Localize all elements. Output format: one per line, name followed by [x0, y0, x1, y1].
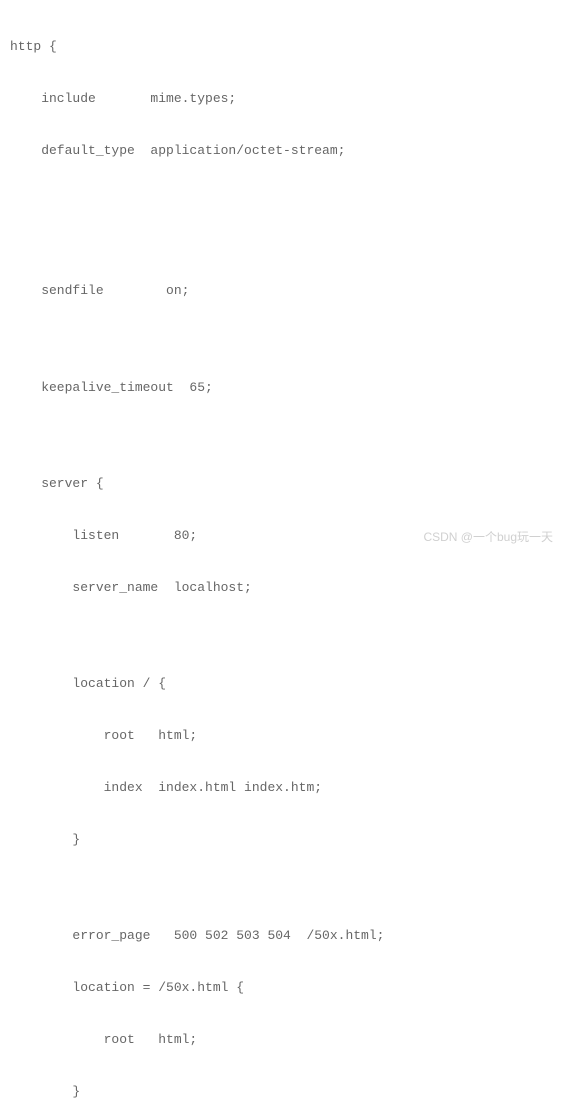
code-line — [10, 234, 561, 252]
code-line: include mime.types; — [10, 86, 561, 112]
code-line: root html; — [10, 1027, 561, 1053]
code-line: server_name localhost; — [10, 575, 561, 601]
code-line: keepalive_timeout 65; — [10, 375, 561, 401]
code-line: root html; — [10, 723, 561, 749]
code-line: index index.html index.htm; — [10, 775, 561, 801]
code-line: error_page 500 502 503 504 /50x.html; — [10, 923, 561, 949]
code-line: default_type application/octet-stream; — [10, 138, 561, 164]
code-line: sendfile on; — [10, 278, 561, 304]
code-line — [10, 879, 561, 897]
code-line: server { — [10, 471, 561, 497]
code-line: location / { — [10, 671, 561, 697]
code-line — [10, 190, 561, 208]
code-block: http { include mime.types; default_type … — [0, 0, 561, 1102]
code-line: http { — [10, 34, 561, 60]
code-line — [10, 627, 561, 645]
code-line: } — [10, 1079, 561, 1102]
code-line: location = /50x.html { — [10, 975, 561, 1001]
code-line — [10, 427, 561, 445]
code-line: } — [10, 827, 561, 853]
watermark-text: CSDN @一个bug玩一天 — [423, 528, 553, 545]
code-line — [10, 330, 561, 348]
